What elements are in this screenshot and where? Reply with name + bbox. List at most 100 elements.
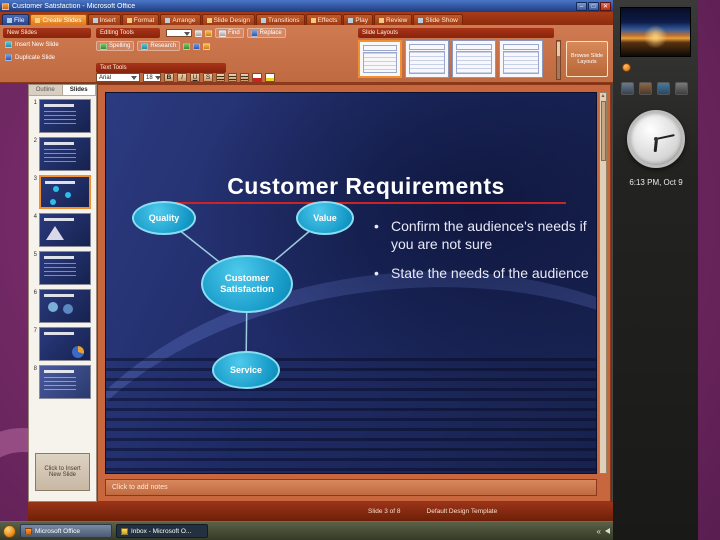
slide-thumbnail[interactable] <box>39 289 91 323</box>
chevron-down-icon <box>154 75 161 80</box>
quick-style-select[interactable] <box>166 29 192 37</box>
ribbon-tab-create-slides[interactable]: Create Slides <box>30 14 87 25</box>
slide-thumbnail-item[interactable]: 6 <box>31 289 94 323</box>
layout-card-title-content[interactable] <box>405 40 449 78</box>
gadget-icon-row <box>621 82 693 95</box>
slide-thumbnail[interactable] <box>39 365 91 399</box>
translate-icon[interactable] <box>193 42 201 50</box>
bold-button[interactable]: B <box>164 73 174 82</box>
slide-thumbnail-item[interactable]: 8 <box>31 365 94 399</box>
font-size-select[interactable]: 18 <box>143 73 161 82</box>
chevron-down-icon <box>131 75 137 80</box>
spelling-button[interactable]: Spelling <box>96 41 135 51</box>
ribbon-tab-review[interactable]: Review <box>373 14 413 25</box>
button-label: Duplicate Slide <box>15 54 56 61</box>
find-button[interactable]: Find <box>215 28 244 38</box>
slide-thumbnail[interactable] <box>39 175 91 209</box>
maximize-button[interactable]: □ <box>588 1 599 11</box>
bullet-item[interactable]: Confirm the audience's needs if you are … <box>374 217 592 253</box>
scrollbar-thumb[interactable] <box>600 101 606 161</box>
close-button[interactable]: ✕ <box>600 1 611 11</box>
notes-input[interactable]: Click to add notes <box>105 479 597 496</box>
slide-thumbnail-item[interactable]: 7 <box>31 327 94 361</box>
slide-canvas[interactable]: Customer Requirements Quality Value Cust… <box>105 92 597 474</box>
gadget-icon[interactable] <box>621 82 634 95</box>
ribbon-tab-play[interactable]: Play <box>343 14 373 25</box>
insert-new-slide-button[interactable]: Insert New Slide <box>5 41 59 48</box>
slide-scrollbar[interactable]: ▲ <box>599 92 607 474</box>
research-button[interactable]: Research <box>137 41 181 51</box>
slide-thumbnail[interactable] <box>39 251 91 285</box>
format-painter-icon[interactable] <box>205 29 212 37</box>
ribbon-tab-slide-show[interactable]: Slide Show <box>413 14 463 25</box>
layout-card-content[interactable] <box>499 40 543 78</box>
language-icon[interactable] <box>203 42 211 50</box>
tab-label: Play <box>355 16 368 24</box>
diagram-node-value[interactable]: Value <box>296 201 354 235</box>
new-slide-box[interactable]: Click to Insert New Slide <box>35 453 90 491</box>
ribbon-tab-transitions[interactable]: Transitions <box>256 14 305 25</box>
replace-button[interactable]: Replace <box>246 28 286 38</box>
slide-thumbnail[interactable] <box>39 137 91 171</box>
start-button[interactable] <box>3 524 16 538</box>
diagram-node-quality[interactable]: Quality <box>132 201 196 235</box>
minimize-button[interactable]: – <box>576 1 587 11</box>
ribbon-tab-file[interactable]: File <box>2 14 30 25</box>
align-left-icon[interactable] <box>216 73 225 82</box>
duplicate-slide-button[interactable]: Duplicate Slide <box>5 54 55 61</box>
tab-label: Format <box>133 16 155 24</box>
volume-icon[interactable] <box>605 528 610 534</box>
gadget-icon[interactable] <box>657 82 670 95</box>
slide-thumbnail[interactable] <box>39 99 91 133</box>
diagram-node-service[interactable]: Service <box>212 351 280 389</box>
layout-card-title-slide[interactable] <box>358 40 402 78</box>
task-button-inbox[interactable]: Inbox - Microsoft O... <box>116 524 208 538</box>
tab-label: File <box>14 16 25 24</box>
slide-thumbnail-item[interactable]: 1 <box>31 99 94 133</box>
slide-thumbnail-item[interactable]: 4 <box>31 213 94 247</box>
spelling-icon <box>100 42 107 50</box>
slide-thumbnail-item[interactable]: 5 <box>31 251 94 285</box>
collapse-tray-icon[interactable]: « <box>597 527 601 536</box>
ribbon-tab-format[interactable]: Format <box>121 14 160 25</box>
highlight-color-swatch[interactable] <box>265 73 275 82</box>
browse-layouts-button[interactable]: Browse Slide Layouts <box>566 41 608 77</box>
paste-icon[interactable] <box>195 29 202 37</box>
window-title: Customer Satisfaction - Microsoft Office <box>12 2 136 10</box>
ribbon-tab-insert[interactable]: Insert <box>87 14 121 25</box>
tab-icon <box>261 17 266 23</box>
underline-button[interactable]: U <box>190 73 200 82</box>
slide-thumbnail-item[interactable]: 2 <box>31 137 94 171</box>
shadow-button[interactable]: S <box>203 73 213 82</box>
gadget-icon[interactable] <box>639 82 652 95</box>
slide-thumbnail[interactable] <box>39 213 91 247</box>
align-center-icon[interactable] <box>228 73 237 82</box>
tab-slides[interactable]: Slides <box>62 85 96 95</box>
tab-outline[interactable]: Outline <box>29 85 63 95</box>
ribbon-tab-slide-design[interactable]: Slide Design <box>201 14 255 25</box>
photo-gadget[interactable] <box>620 7 691 57</box>
thesaurus-icon[interactable] <box>183 42 191 50</box>
slide-thumbnail-item-selected[interactable]: 3 <box>31 175 94 209</box>
desktop-sidebar: 6:13 PM, Oct 9 <box>612 0 698 540</box>
gadget-icon[interactable] <box>675 82 688 95</box>
diagram-node-customer-satisfaction[interactable]: Customer Satisfaction <box>201 255 293 313</box>
replace-icon <box>250 29 258 37</box>
tab-icon <box>348 17 354 23</box>
slide-thumbnail[interactable] <box>39 327 91 361</box>
task-button-office[interactable]: Microsoft Office <box>20 524 112 538</box>
group-header-new-slides: New Slides <box>3 28 91 38</box>
ribbon-tab-effects[interactable]: Effects <box>305 14 343 25</box>
slide-editor-area: Customer Requirements Quality Value Cust… <box>97 84 611 502</box>
align-right-icon[interactable] <box>240 73 249 82</box>
bullet-list[interactable]: Confirm the audience's needs if you are … <box>374 217 592 294</box>
layout-card-two-content[interactable] <box>452 40 496 78</box>
italic-button[interactable]: I <box>177 73 187 82</box>
font-name-select[interactable]: Arial <box>96 73 140 82</box>
ribbon-tab-arrange[interactable]: Arrange <box>160 14 201 25</box>
slide-title[interactable]: Customer Requirements <box>146 173 586 200</box>
layouts-scrollbar[interactable] <box>556 40 561 80</box>
gadget-button-icon[interactable] <box>622 63 631 72</box>
font-color-swatch[interactable] <box>252 73 262 82</box>
bullet-item[interactable]: State the needs of the audience <box>374 264 592 282</box>
